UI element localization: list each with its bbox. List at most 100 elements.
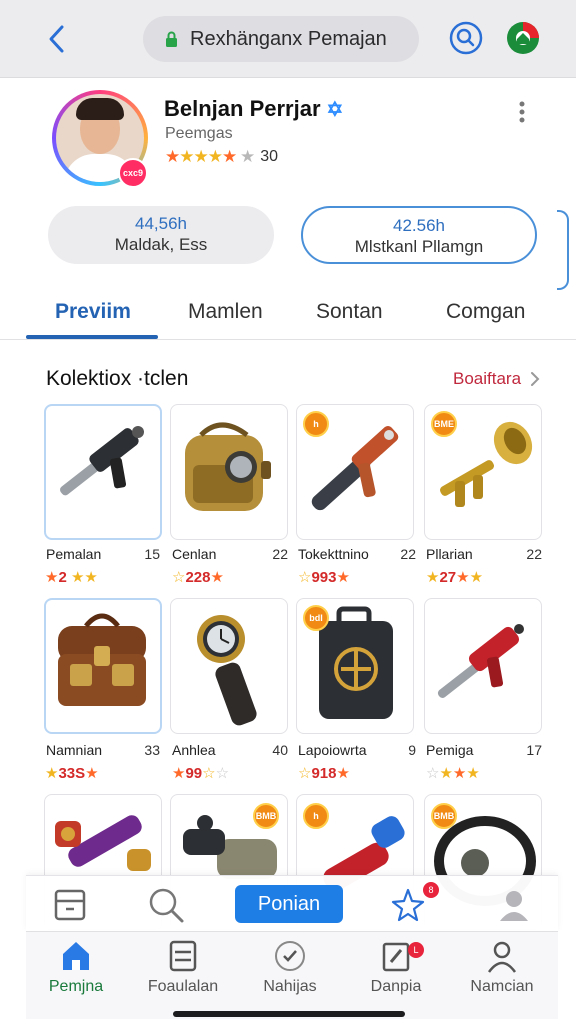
stat-pill-1[interactable]: 44,56h Maldak, Ess bbox=[48, 206, 274, 264]
red-blaster-icon bbox=[437, 624, 524, 698]
nav-item-namcian[interactable]: Namcian bbox=[452, 938, 552, 996]
item-count: 22 bbox=[526, 546, 542, 562]
tab-preview[interactable]: Previim bbox=[55, 300, 131, 324]
archive-icon[interactable] bbox=[50, 885, 90, 925]
item-count: 22 bbox=[272, 546, 288, 562]
search-icon[interactable] bbox=[146, 885, 186, 925]
card-badge: h bbox=[303, 411, 329, 437]
item-card-4[interactable]: BME bbox=[424, 404, 542, 540]
more-options-icon[interactable] bbox=[516, 100, 528, 124]
item-rating: ★2 ★★ bbox=[45, 569, 98, 586]
nav-label: Danpia bbox=[370, 978, 422, 995]
rating-count: 30 bbox=[260, 148, 279, 165]
item-name: Anhlea bbox=[172, 742, 216, 758]
nav-label: Pemjna bbox=[48, 978, 104, 995]
item-card-6[interactable] bbox=[170, 598, 288, 734]
star-plus-icon[interactable] bbox=[388, 885, 428, 925]
address-bar[interactable]: Rexhänganx Pemajan bbox=[143, 16, 419, 62]
stat-label: Maldak, Ess bbox=[114, 235, 208, 254]
list-icon bbox=[169, 940, 197, 972]
brand-logo-icon[interactable] bbox=[505, 20, 541, 56]
item-card-3[interactable]: h bbox=[296, 404, 414, 540]
bottom-navigation: Pemjna Foaulalan Nahijas L Danpia Namcia… bbox=[26, 931, 558, 1019]
edge-card-outline bbox=[557, 210, 569, 290]
item-rating-value: 993 bbox=[311, 569, 337, 586]
profile-subtitle: Peemgas bbox=[165, 125, 233, 142]
stat-value: 42.56h bbox=[393, 216, 445, 235]
profile-name: Belnjan Perrjar ✡ bbox=[164, 96, 343, 122]
url-text: Rexhänganx Pemajan bbox=[190, 27, 387, 50]
person-icon bbox=[487, 941, 517, 973]
item-card-5[interactable] bbox=[44, 598, 162, 734]
nav-label: Nahijas bbox=[263, 978, 317, 995]
verified-star-icon: ✡ bbox=[326, 99, 344, 121]
stat-pill-2[interactable]: 42.56h Mlstkanl Pllamgn bbox=[301, 206, 537, 264]
search-icon[interactable] bbox=[448, 20, 484, 56]
item-rating-value: 228 bbox=[185, 569, 211, 586]
item-card-7[interactable]: bdI bbox=[296, 598, 414, 734]
item-rating-value: 918 bbox=[311, 765, 337, 782]
item-rating-value: 99 bbox=[185, 765, 203, 782]
blaster-icon bbox=[60, 426, 144, 496]
primary-action-button[interactable]: Ponian bbox=[235, 885, 343, 923]
action-bar: Ponian 8 bbox=[26, 875, 558, 931]
item-card-8[interactable] bbox=[424, 598, 542, 734]
card-badge: BME bbox=[431, 411, 457, 437]
avatar-badge: cxc9 bbox=[118, 158, 148, 188]
item-count: 22 bbox=[400, 546, 416, 562]
nav-label: Namcian bbox=[470, 978, 534, 995]
card-badge: h bbox=[303, 803, 329, 829]
tab-mamlen[interactable]: Mamlen bbox=[188, 300, 263, 324]
profile-icon[interactable] bbox=[494, 885, 534, 925]
stat-label: Mlstkanl Pllamgn bbox=[354, 237, 484, 256]
item-rating: ★99☆☆ bbox=[172, 765, 230, 782]
nav-label: Foaulalan bbox=[147, 978, 219, 995]
tab-bar: Previim Mamlen Sontan Comgan bbox=[0, 290, 576, 340]
nav-item-home[interactable]: Pemjna bbox=[26, 938, 126, 996]
item-count: 17 bbox=[526, 742, 542, 758]
profile-rating: ★★★★★ ★ 30 bbox=[165, 147, 278, 167]
section-title: Kolektiox ·tclen bbox=[46, 367, 189, 390]
back-button[interactable] bbox=[40, 20, 74, 58]
tab-comgan[interactable]: Comgan bbox=[446, 300, 525, 324]
item-count: 40 bbox=[272, 742, 288, 758]
item-count: 15 bbox=[144, 546, 160, 562]
card-badge: BMB bbox=[431, 803, 457, 829]
item-rating-value: 33S bbox=[58, 765, 86, 782]
item-rating: ☆228★ bbox=[172, 569, 224, 586]
treasure-chest-icon bbox=[58, 613, 146, 706]
item-name: Tokekttnino bbox=[298, 546, 369, 562]
item-count: 33 bbox=[144, 742, 160, 758]
card-badge: BMB bbox=[253, 803, 279, 829]
item-count: 9 bbox=[408, 742, 416, 758]
chevron-right-icon[interactable] bbox=[528, 370, 542, 388]
stat-value: 44,56h bbox=[135, 214, 187, 233]
item-rating: ★33S★ bbox=[45, 765, 99, 782]
item-rating-value: 27 bbox=[439, 569, 457, 586]
item-card-1[interactable] bbox=[44, 404, 162, 540]
nav-item-foaulalan[interactable]: Foaulalan bbox=[133, 938, 233, 996]
card-badge: bdI bbox=[303, 605, 329, 631]
nav-badge: L bbox=[408, 942, 424, 958]
item-name: Namnian bbox=[46, 742, 103, 758]
nav-item-danpia[interactable]: L Danpia bbox=[346, 938, 446, 996]
item-rating: ☆★★★ bbox=[426, 765, 480, 782]
chevron-left-icon bbox=[49, 25, 64, 53]
item-rating: ☆993★ bbox=[298, 569, 350, 586]
item-name: Pllarian bbox=[426, 546, 473, 562]
item-card-2[interactable] bbox=[170, 404, 288, 540]
rating-stars-icon: ★★★★★ ★ bbox=[165, 147, 255, 166]
browser-bar: Rexhänganx Pemajan bbox=[0, 0, 576, 78]
tab-sontan[interactable]: Sontan bbox=[316, 300, 383, 324]
home-indicator bbox=[173, 1011, 405, 1017]
notification-badge: 8 bbox=[423, 882, 439, 898]
see-all-link[interactable]: Boaiftara bbox=[453, 369, 521, 389]
active-tab-indicator bbox=[26, 335, 158, 339]
item-name: Pemiga bbox=[426, 742, 474, 758]
item-name: Pemalan bbox=[46, 546, 102, 562]
edit-note-icon bbox=[382, 942, 410, 972]
nav-item-nahijas[interactable]: Nahijas bbox=[240, 938, 340, 996]
check-circle-icon bbox=[275, 941, 305, 971]
item-rating: ☆918★ bbox=[298, 765, 350, 782]
backpack-icon bbox=[185, 422, 271, 511]
